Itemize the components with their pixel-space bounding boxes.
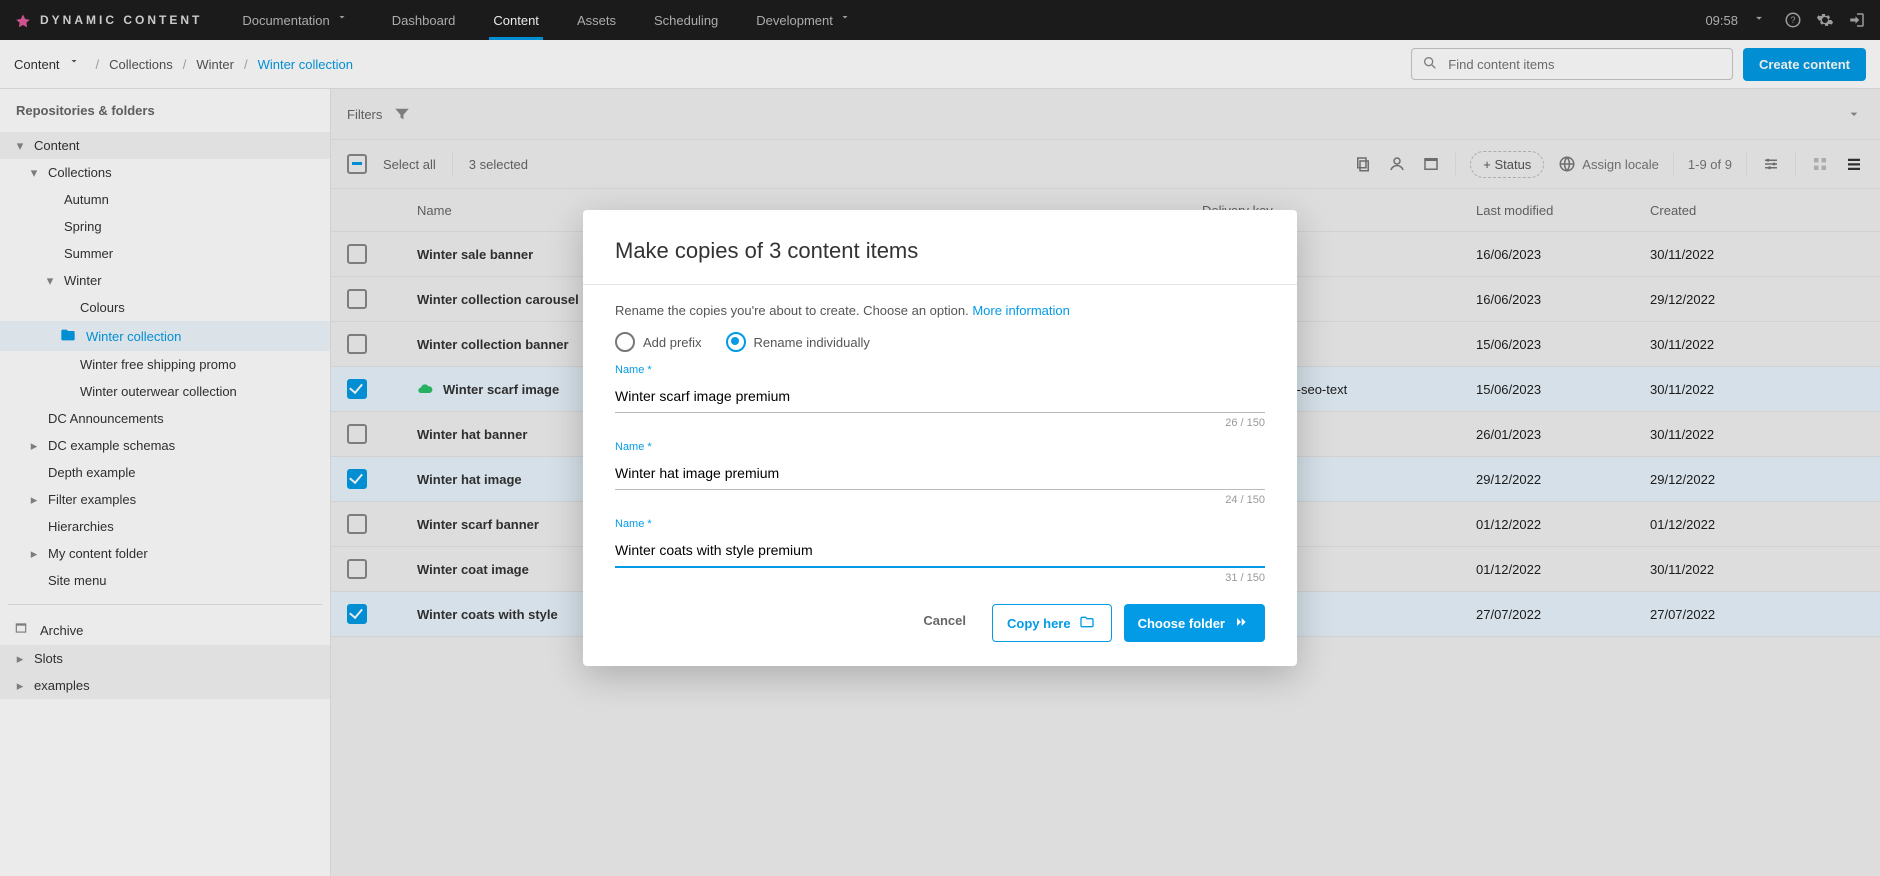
dialog-hint: Rename the copies you're about to create…: [615, 303, 1265, 318]
rename-field-1-input[interactable]: [615, 380, 1265, 413]
radio-rename-individually[interactable]: Rename individually: [726, 332, 870, 352]
dialog-hint-text: Rename the copies you're about to create…: [615, 303, 972, 318]
rename-mode-radio-group: Add prefix Rename individually: [615, 332, 1265, 352]
choose-folder-label: Choose folder: [1138, 616, 1225, 631]
rename-field-1-counter: 26 / 150: [615, 417, 1265, 429]
copy-here-label: Copy here: [1007, 616, 1071, 631]
folder-outline-icon: [1079, 614, 1097, 632]
rename-field-3: Name * 31 / 150: [615, 518, 1265, 584]
choose-folder-button[interactable]: Choose folder: [1124, 604, 1265, 642]
dialog-more-info-link[interactable]: More information: [972, 303, 1070, 318]
rename-field-2-counter: 24 / 150: [615, 494, 1265, 506]
modal-backdrop: Make copies of 3 content items Rename th…: [0, 0, 1880, 876]
rename-field-1: Name * 26 / 150: [615, 364, 1265, 429]
double-chevron-right-icon: [1233, 614, 1251, 632]
rename-field-2: Name * 24 / 150: [615, 441, 1265, 506]
rename-field-1-label: Name *: [615, 364, 1265, 376]
rename-field-2-label: Name *: [615, 441, 1265, 453]
radio-add-prefix-label: Add prefix: [643, 335, 702, 350]
cancel-button-label: Cancel: [923, 613, 966, 628]
rename-field-2-input[interactable]: [615, 457, 1265, 490]
copy-dialog: Make copies of 3 content items Rename th…: [583, 210, 1297, 666]
radio-add-prefix[interactable]: Add prefix: [615, 332, 702, 352]
copy-here-button[interactable]: Copy here: [992, 604, 1112, 642]
rename-field-3-counter: 31 / 150: [615, 572, 1265, 584]
rename-field-3-input[interactable]: [615, 534, 1265, 568]
cancel-button[interactable]: Cancel: [909, 604, 980, 642]
radio-rename-individually-label: Rename individually: [754, 335, 870, 350]
rename-field-3-label: Name *: [615, 518, 1265, 530]
dialog-title: Make copies of 3 content items: [615, 238, 1265, 264]
dialog-actions: Cancel Copy here Choose folder: [615, 604, 1265, 642]
